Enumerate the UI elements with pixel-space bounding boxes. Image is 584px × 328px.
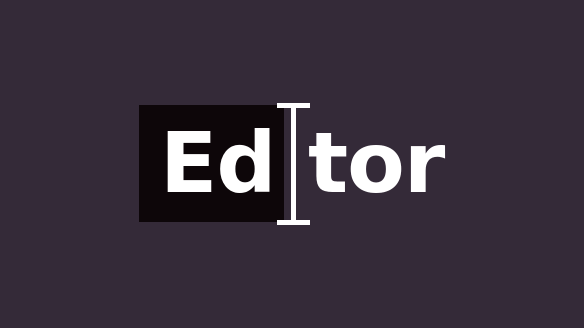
logo-text-right: tor bbox=[308, 114, 445, 212]
logo-text-left: Ed bbox=[160, 114, 277, 212]
editor-logo: Ed tor bbox=[0, 0, 584, 328]
